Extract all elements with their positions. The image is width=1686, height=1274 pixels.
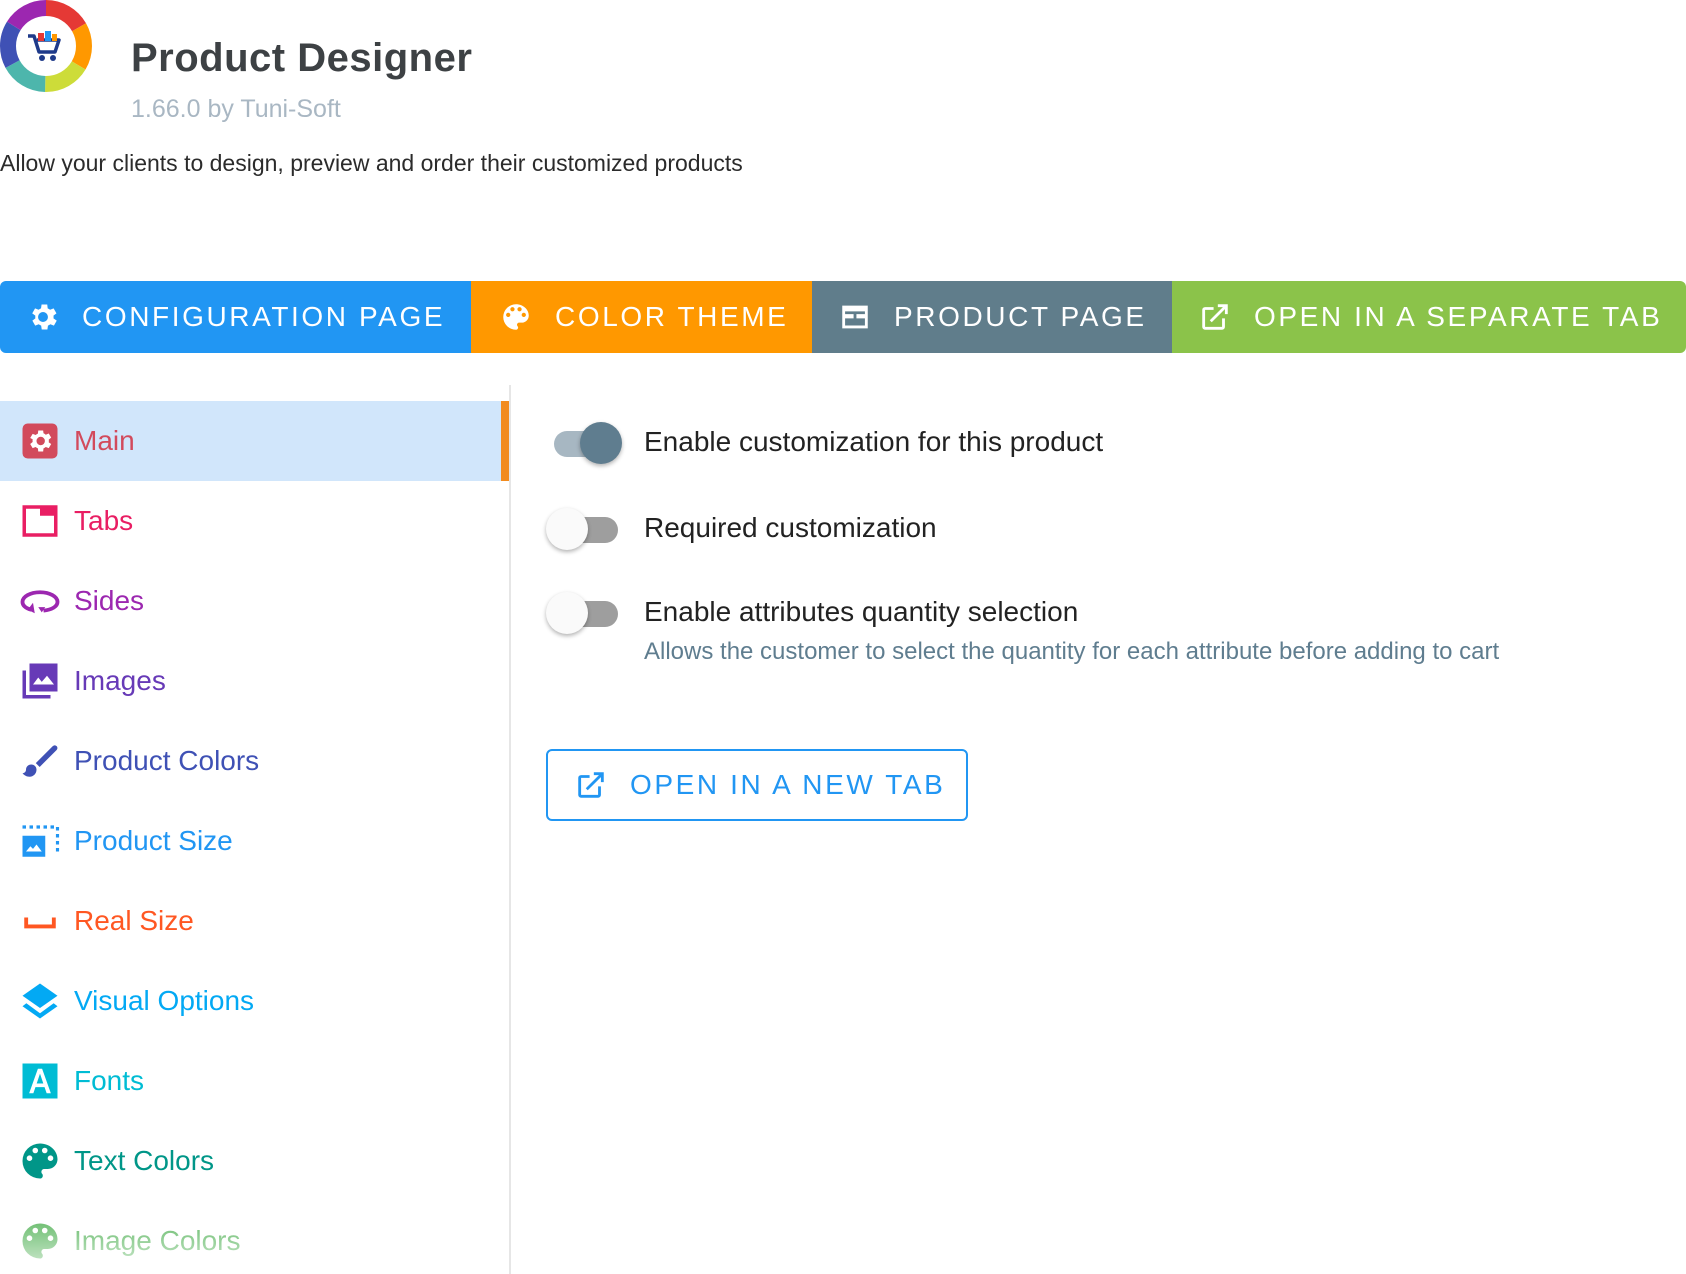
action-toolbar: CONFIGURATION PAGE COLOR THEME PRODUCT P… [0, 281, 1686, 353]
sidebar-item-tabs[interactable]: Tabs [0, 481, 509, 561]
sidebar-item-product-size[interactable]: Product Size [0, 801, 509, 881]
sidebar-item-label: Real Size [74, 905, 194, 936]
sidebar-item-label: Image Colors [74, 1225, 241, 1256]
palette-icon [503, 304, 529, 330]
color-theme-label: COLOR THEME [555, 301, 789, 332]
sidebar-item-visual-options[interactable]: Visual Options [0, 961, 509, 1041]
toggle-required-customization: Required customization [546, 506, 937, 550]
tab-icon [18, 499, 62, 543]
sidebar-item-label: Product Size [74, 825, 233, 856]
web-page-icon [842, 305, 868, 329]
sidebar-item-label: Images [74, 665, 166, 696]
toggle-attributes-quantity: Enable attributes quantity selection All… [546, 590, 1499, 666]
app-description: Allow your clients to design, preview an… [0, 150, 743, 176]
toggle-label: Enable attributes quantity selection [644, 596, 1079, 627]
rotate-3d-icon [18, 579, 62, 623]
open-in-new-icon [578, 772, 604, 798]
palette-icon [18, 1219, 62, 1263]
gear-icon [32, 304, 57, 330]
product-page-label: PRODUCT PAGE [894, 301, 1147, 332]
switch-knob [546, 508, 588, 550]
app-header: Product Designer 1.66.0 by Tuni-Soft All… [0, 0, 900, 180]
main-panel: Enable customization for this product Re… [512, 385, 1686, 1274]
sidebar-item-sides[interactable]: Sides [0, 561, 509, 641]
brush-icon [18, 739, 62, 783]
configuration-page-label: CONFIGURATION PAGE [82, 301, 446, 332]
toggle-label: Required customization [644, 512, 937, 543]
open-separate-tab-button[interactable]: OPEN IN A SEPARATE TAB [1172, 281, 1686, 353]
sidebar-item-label: Sides [74, 585, 145, 616]
switch-knob [546, 592, 588, 634]
layers-icon [18, 979, 62, 1023]
sidebar-item-text-colors[interactable]: Text Colors [0, 1121, 509, 1201]
app-logo [0, 0, 92, 92]
sidebar-item-label: Fonts [74, 1065, 145, 1096]
palette-icon [18, 1139, 62, 1183]
sidebar-item-images[interactable]: Images [0, 641, 509, 721]
switch-knob [580, 422, 622, 464]
sidebar-item-label: Tabs [74, 505, 134, 536]
open-new-tab-label: OPEN IN A NEW TAB [630, 769, 946, 800]
open-in-new-icon [1202, 304, 1228, 330]
sidebar-item-label: Product Colors [74, 745, 260, 776]
toggle-help-text: Allows the customer to select the quanti… [644, 638, 1500, 665]
sidebar-item-label: Text Colors [74, 1145, 215, 1176]
gear-box-icon [18, 419, 62, 463]
sidebar-item-real-size[interactable]: Real Size [0, 881, 509, 961]
settings-sidebar: Main Tabs Sides Images Product Colors Pr… [0, 385, 511, 1274]
configuration-page-button[interactable]: CONFIGURATION PAGE [0, 281, 471, 353]
active-indicator [501, 401, 509, 481]
toggle-enable-customization: Enable customization for this product [546, 420, 1103, 464]
toggle-label: Enable customization for this product [644, 426, 1104, 457]
app-version: 1.66.0 by Tuni-Soft [131, 95, 341, 123]
sidebar-item-main[interactable]: Main [0, 401, 509, 481]
required-customization-switch[interactable] [546, 506, 622, 550]
image-size-icon [18, 819, 62, 863]
open-separate-tab-label: OPEN IN A SEPARATE TAB [1254, 301, 1663, 332]
attributes-quantity-switch[interactable] [546, 590, 622, 634]
sidebar-item-product-colors[interactable]: Product Colors [0, 721, 509, 801]
enable-customization-switch[interactable] [546, 420, 622, 464]
app-title: Product Designer [131, 36, 473, 80]
open-new-tab-button[interactable]: OPEN IN A NEW TAB [546, 749, 968, 821]
ruler-bracket-icon [18, 899, 62, 943]
sidebar-item-image-colors[interactable]: Image Colors [0, 1201, 509, 1274]
product-page-button[interactable]: PRODUCT PAGE [812, 281, 1172, 353]
sidebar-item-label: Main [74, 425, 135, 456]
color-theme-button[interactable]: COLOR THEME [471, 281, 812, 353]
sidebar-item-fonts[interactable]: Fonts [0, 1041, 509, 1121]
font-icon [18, 1059, 62, 1103]
image-multiple-icon [18, 659, 62, 703]
sidebar-item-label: Visual Options [74, 985, 255, 1016]
